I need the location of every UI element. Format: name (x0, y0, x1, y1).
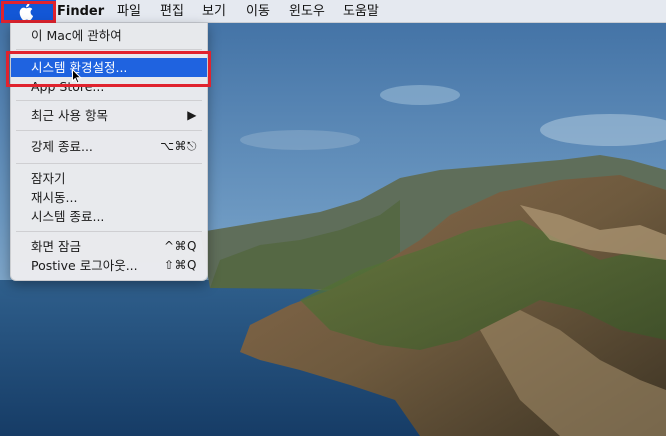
menu-item-shortcut: ^⌘Q (164, 239, 197, 253)
menu-item-restart[interactable]: 재시동... (11, 188, 207, 207)
menu-item-lock-screen[interactable]: 화면 잠금 ^⌘Q (11, 237, 207, 256)
menu-item-force-quit[interactable]: 강제 종료... ⌥⌘⎋ (11, 137, 207, 156)
menu-item-shortcut: ⌥⌘⎋ (160, 139, 197, 153)
menu-item-label: 이 Mac에 관하여 (31, 28, 122, 43)
menu-separator (16, 231, 202, 232)
apple-menu-button[interactable] (0, 0, 56, 23)
menu-item-about-mac[interactable]: 이 Mac에 관하여 (11, 26, 207, 45)
menubar-edit[interactable]: 편집 (160, 4, 184, 20)
menu-item-label: 강제 종료... (31, 139, 93, 154)
menu-item-label: 시스템 종료... (31, 209, 105, 224)
menubar-file[interactable]: 파일 (117, 4, 141, 20)
annotation-apple-box (1, 1, 56, 23)
menubar-window[interactable]: 윈도우 (289, 4, 325, 20)
menu-item-label: 잠자기 (31, 171, 66, 186)
menubar-help[interactable]: 도움말 (343, 4, 379, 20)
menu-item-label: Postive 로그아웃... (31, 258, 138, 273)
menu-separator (16, 49, 202, 50)
menubar-view[interactable]: 보기 (202, 4, 226, 20)
menu-item-sleep[interactable]: 잠자기 (11, 169, 207, 188)
menubar-go[interactable]: 이동 (246, 4, 270, 20)
menu-separator (16, 130, 202, 131)
menu-item-recent-items[interactable]: 최근 사용 항목 ▶ (11, 106, 207, 125)
menu-item-shut-down[interactable]: 시스템 종료... (11, 207, 207, 226)
annotation-highlight-box (6, 51, 211, 87)
mouse-pointer-icon (72, 69, 82, 84)
menu-bar: Finder 파일 편집 보기 이동 윈도우 도움말 (0, 0, 666, 23)
menu-item-label: 최근 사용 항목 (31, 108, 108, 123)
menu-item-log-out[interactable]: Postive 로그아웃... ⇧⌘Q (11, 256, 207, 275)
menu-separator (16, 100, 202, 101)
menu-item-label: 화면 잠금 (31, 239, 81, 254)
menu-item-shortcut: ⇧⌘Q (164, 258, 197, 272)
menubar-finder[interactable]: Finder (57, 4, 104, 20)
menu-separator (16, 163, 202, 164)
submenu-arrow-icon: ▶ (187, 108, 197, 122)
menu-item-label: 재시동... (31, 190, 78, 205)
